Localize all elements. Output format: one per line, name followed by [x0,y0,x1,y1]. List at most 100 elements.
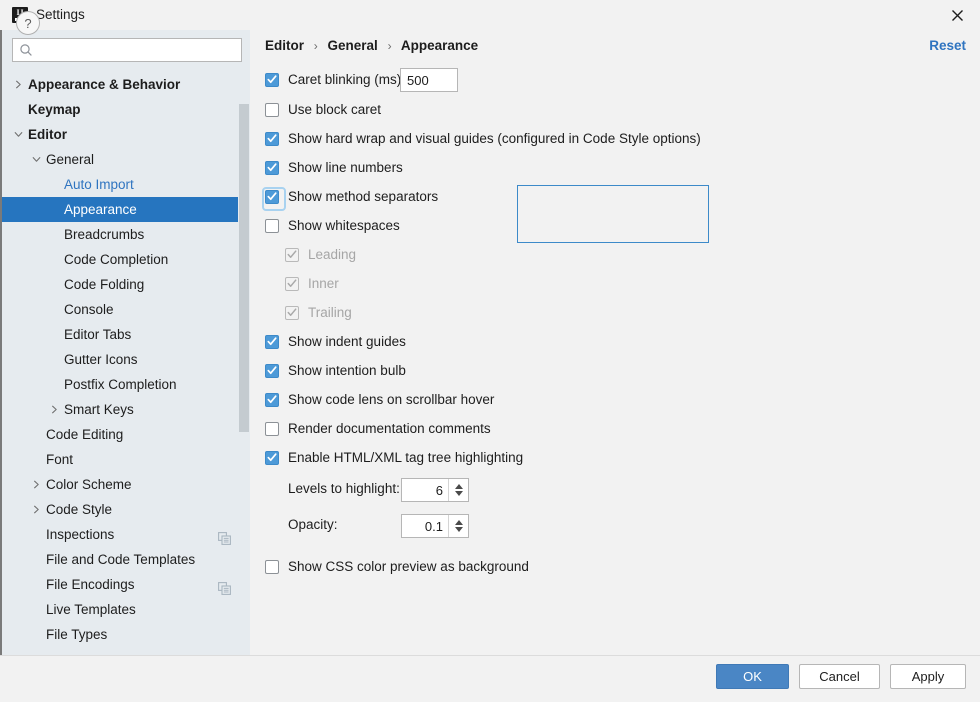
breadcrumb-part-general[interactable]: General [328,38,378,53]
show-css-color-preview-row: Show CSS color preview as background [265,556,529,578]
chevron-down-icon[interactable] [10,122,26,147]
title-bar: IJ Settings [0,0,980,30]
show-hard-wrap-checkbox[interactable] [265,132,279,146]
sidebar-item-appearance-behavior[interactable]: Appearance & Behavior [2,72,250,97]
leading-row: Leading [285,244,356,266]
help-button[interactable]: ? [16,11,40,35]
sidebar-item-file-encodings[interactable]: File Encodings [2,572,250,597]
trailing-row: Trailing [285,302,352,324]
show-whitespaces-row: Show whitespaces [265,215,400,237]
caret-blinking-input[interactable] [400,68,458,92]
sidebar-scrollbar-thumb[interactable] [239,104,249,432]
sidebar-item-gutter-icons[interactable]: Gutter Icons [2,347,250,372]
opacity-label: Opacity: [288,514,338,536]
sidebar-item-label: Editor Tabs [64,322,131,347]
show-method-separators-checkbox[interactable] [265,190,279,204]
show-code-lens-checkbox[interactable] [265,393,279,407]
search-input[interactable] [12,38,242,62]
use-block-caret-checkbox[interactable] [265,103,279,117]
close-icon[interactable] [934,0,980,30]
sidebar-item-console[interactable]: Console [2,297,250,322]
sidebar-item-label: Postfix Completion [64,372,177,397]
opacity-input[interactable] [402,515,448,537]
inner-checkbox[interactable] [285,277,299,291]
show-whitespaces-label: Show whitespaces [288,217,400,235]
sidebar-item-label: Live Templates [46,597,136,622]
sidebar-item-color-scheme[interactable]: Color Scheme [2,472,250,497]
sidebar-item-font[interactable]: Font [2,447,250,472]
show-css-color-preview-label: Show CSS color preview as background [288,558,529,576]
copy-icon[interactable] [218,578,231,591]
breadcrumb-part-editor[interactable]: Editor [265,38,304,53]
sidebar-item-editor-tabs[interactable]: Editor Tabs [2,322,250,347]
sidebar-item-file-types[interactable]: File Types [2,622,250,647]
show-css-color-preview-checkbox[interactable] [265,560,279,574]
enable-tag-tree-highlighting-label: Enable HTML/XML tag tree highlighting [288,449,523,467]
reset-link[interactable]: Reset [929,38,966,53]
opacity-spinner[interactable] [401,514,469,538]
caret-blinking-checkbox[interactable] [265,73,279,87]
enable-tag-tree-highlighting-checkbox[interactable] [265,451,279,465]
sidebar-item-file-and-code-templates[interactable]: File and Code Templates [2,547,250,572]
show-code-lens-label: Show code lens on scrollbar hover [288,391,494,409]
search-box [12,38,242,62]
levels-to-highlight-spinner[interactable] [401,478,469,502]
levels-to-highlight-input[interactable] [402,479,448,501]
sidebar-item-label: Editor [28,122,67,147]
chevron-up-icon[interactable] [455,484,463,489]
trailing-checkbox[interactable] [285,306,299,320]
chevron-down-icon[interactable] [28,147,44,172]
sidebar-item-code-folding[interactable]: Code Folding [2,272,250,297]
sidebar-item-code-completion[interactable]: Code Completion [2,247,250,272]
chevron-right-icon[interactable] [28,497,44,522]
show-indent-guides-row: Show indent guides [265,331,406,353]
sidebar-item-live-templates[interactable]: Live Templates [2,597,250,622]
sidebar-item-postfix-completion[interactable]: Postfix Completion [2,372,250,397]
render-doc-comments-label: Render documentation comments [288,420,491,438]
trailing-label: Trailing [308,304,352,322]
apply-button[interactable]: Apply [890,664,966,689]
cancel-button[interactable]: Cancel [799,664,880,689]
sidebar-item-appearance[interactable]: Appearance [2,197,250,222]
render-doc-comments-checkbox[interactable] [265,422,279,436]
chevron-up-icon[interactable] [455,520,463,525]
settings-dialog: IJ Settings Appearance & BehaviorKeymapE… [0,0,980,702]
sidebar-item-code-style[interactable]: Code Style [2,497,250,522]
sidebar-item-general[interactable]: General [2,147,250,172]
chevron-down-icon[interactable] [455,491,463,496]
ok-button[interactable]: OK [716,664,789,689]
sidebar-item-label: Font [46,447,73,472]
show-indent-guides-checkbox[interactable] [265,335,279,349]
sidebar-item-keymap[interactable]: Keymap [2,97,250,122]
sidebar-item-label: Code Style [46,497,112,522]
chevron-right-icon[interactable] [10,72,26,97]
chevron-down-icon[interactable] [455,527,463,532]
show-intention-bulb-checkbox[interactable] [265,364,279,378]
chevron-right-icon[interactable] [46,397,62,422]
show-line-numbers-checkbox[interactable] [265,161,279,175]
sidebar-item-auto-import[interactable]: Auto Import [2,172,250,197]
use-block-caret-label: Use block caret [288,101,381,119]
show-whitespaces-checkbox[interactable] [265,219,279,233]
sidebar-item-label: Keymap [28,97,81,122]
sidebar-item-breadcrumbs[interactable]: Breadcrumbs [2,222,250,247]
render-doc-comments-row: Render documentation comments [265,418,491,440]
sidebar-item-code-editing[interactable]: Code Editing [2,422,250,447]
sidebar-scrollbar[interactable] [238,72,250,655]
chevron-right-icon[interactable] [28,472,44,497]
copy-icon[interactable] [218,528,231,541]
show-code-lens-row: Show code lens on scrollbar hover [265,389,494,411]
breadcrumb-part-appearance: Appearance [401,38,478,53]
settings-tree[interactable]: Appearance & BehaviorKeymapEditorGeneral… [2,72,250,655]
settings-content-panel: Editor › General › Appearance Reset Care… [252,30,980,655]
sidebar-item-smart-keys[interactable]: Smart Keys [2,397,250,422]
show-hard-wrap-row: Show hard wrap and visual guides (config… [265,128,701,150]
sidebar-item-editor[interactable]: Editor [2,122,250,147]
sidebar-item-inspections[interactable]: Inspections [2,522,250,547]
leading-checkbox[interactable] [285,248,299,262]
opacity-stepper[interactable] [448,515,468,537]
levels-to-highlight-stepper[interactable] [448,479,468,501]
sidebar-item-label: Auto Import [64,172,134,197]
enable-tag-tree-highlighting-row: Enable HTML/XML tag tree highlighting [265,447,523,469]
levels-to-highlight-label: Levels to highlight: [288,478,400,500]
